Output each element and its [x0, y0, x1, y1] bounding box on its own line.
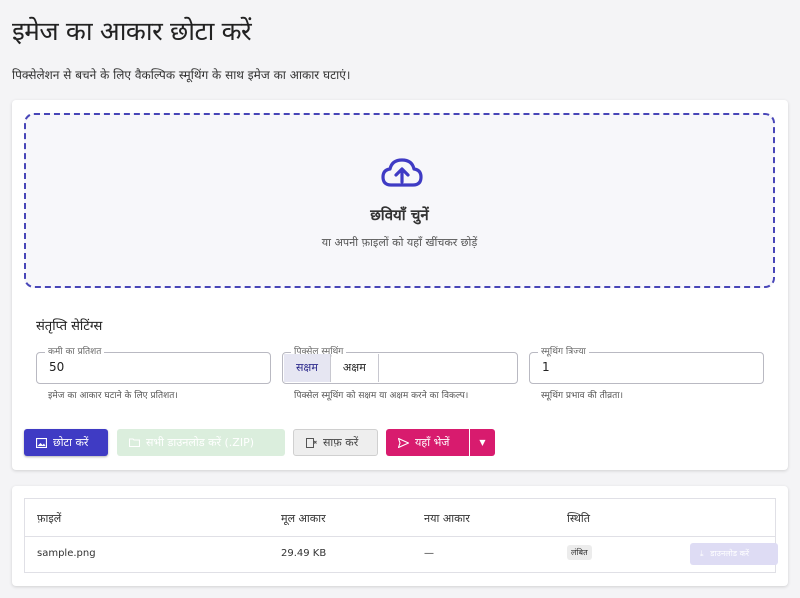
clear-icon — [306, 437, 317, 448]
compress-button[interactable]: छोटा करें — [24, 429, 108, 456]
clear-button[interactable]: साफ़ करें — [293, 429, 378, 456]
header-status: स्थिति — [567, 512, 591, 525]
status-badge: लंबित — [567, 545, 592, 560]
reduction-percent-input[interactable] — [49, 360, 249, 374]
pixel-smoothing-toggle: सक्षम अक्षम — [284, 354, 379, 382]
header-divider — [25, 536, 775, 537]
upload-dropzone[interactable]: छवियाँ चुनें या अपनी फ़ाइलों को यहाँ खीं… — [24, 113, 775, 288]
send-to-button[interactable]: यहाँ भेजें — [386, 429, 469, 456]
reduction-percent-label: कमी का प्रतिशत — [45, 346, 105, 358]
image-icon — [36, 437, 47, 448]
header-new-size: नया आकार — [424, 512, 470, 525]
send-to-label: यहाँ भेजें — [415, 436, 450, 449]
reduction-percent-help: इमेज का आकार घटाने के लिए प्रतिशत। — [48, 391, 178, 401]
compress-button-label: छोटा करें — [53, 436, 89, 449]
download-all-label: सभी डाउनलोड करें (.ZIP) — [146, 436, 255, 449]
header-original-size: मूल आकार — [281, 512, 326, 525]
smoothing-radius-help: स्मूथिंग प्रभाव की तीव्रता। — [541, 391, 623, 401]
send-icon — [398, 437, 409, 448]
caret-down-icon: ▼ — [479, 438, 486, 447]
pixel-smoothing-help: पिक्सेल स्मूथिंग को सक्षम या अक्षम करने … — [294, 391, 469, 401]
original-size-cell: 29.49 KB — [281, 548, 327, 559]
page-subtitle: पिक्सेलेशन से बचने के लिए वैकल्पिक स्मूथ… — [12, 68, 351, 82]
smoothing-radius-label: स्मूथिंग त्रिज्या — [538, 346, 589, 358]
send-to-menu-button[interactable]: ▼ — [470, 429, 495, 456]
settings-card: छवियाँ चुनें या अपनी फ़ाइलों को यहाँ खीं… — [12, 100, 788, 470]
smoothing-disabled-option[interactable]: अक्षम — [331, 354, 379, 382]
row-download-label: डाउनलोड करें — [710, 549, 750, 558]
folder-icon — [129, 438, 140, 447]
cloud-upload-icon — [381, 158, 423, 187]
dropzone-hint: या अपनी फ़ाइलों को यहाँ खींचकर छोड़ें — [321, 236, 478, 249]
reduction-percent-field: कमी का प्रतिशत — [36, 346, 271, 384]
settings-title: संतृप्ति सेटिंग्स — [36, 319, 103, 334]
page-title: इमेज का आकार छोटा करें — [12, 17, 252, 47]
download-all-zip-button[interactable]: सभी डाउनलोड करें (.ZIP) — [117, 429, 285, 456]
dropzone-title: छवियाँ चुनें — [370, 206, 429, 224]
smoothing-radius-input[interactable] — [542, 360, 742, 374]
new-size-cell: — — [424, 548, 434, 559]
clear-button-label: साफ़ करें — [323, 436, 359, 449]
files-card: फ़ाइलें मूल आकार नया आकार स्थिति sample.… — [12, 486, 788, 586]
row-download-button[interactable]: ⤓ डाउनलोड करें — [690, 543, 778, 565]
header-files: फ़ाइलें — [37, 512, 62, 525]
pixel-smoothing-field: पिक्सेल स्मूथिंग सक्षम अक्षम — [282, 346, 518, 384]
files-table: फ़ाइलें मूल आकार नया आकार स्थिति sample.… — [24, 498, 778, 573]
file-name-cell: sample.png — [37, 548, 96, 559]
smoothing-radius-field: स्मूथिंग त्रिज्या — [529, 346, 764, 384]
download-icon: ⤓ — [700, 549, 704, 558]
smoothing-enabled-option[interactable]: सक्षम — [284, 354, 331, 382]
